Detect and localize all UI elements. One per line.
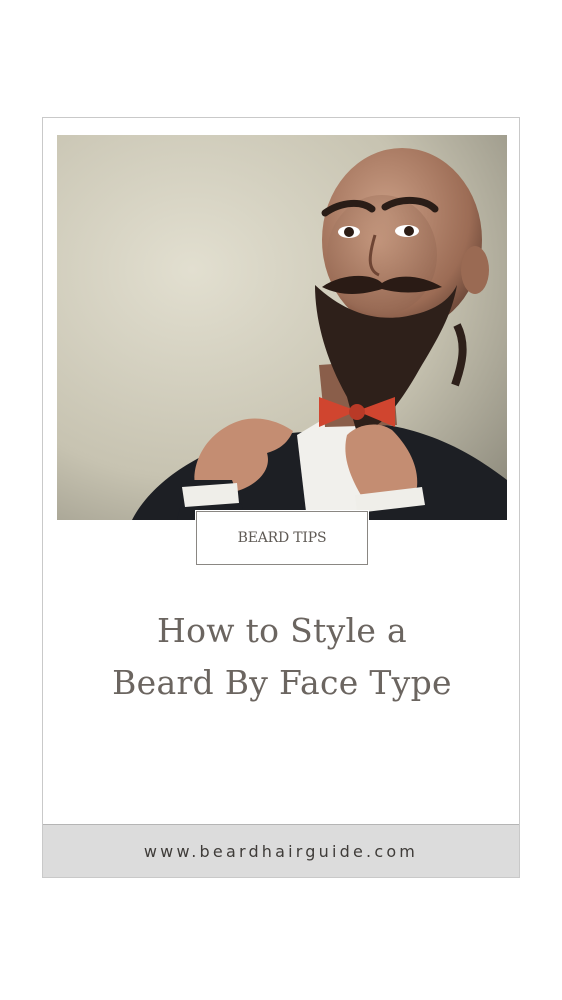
category-tag: BEARD TIPS bbox=[195, 510, 369, 566]
website-banner: www.beardhairguide.com bbox=[43, 824, 519, 877]
article-title: How to Style a Beard By Face Type bbox=[43, 605, 521, 709]
article-title-line-1: How to Style a bbox=[157, 611, 407, 650]
bearded-man-photo bbox=[57, 135, 507, 520]
website-url[interactable]: www.beardhairguide.com bbox=[144, 842, 418, 861]
pin-card: BEARD TIPS How to Style a Beard By Face … bbox=[42, 117, 520, 878]
article-title-line-2: Beard By Face Type bbox=[112, 663, 452, 702]
category-tag-label: BEARD TIPS bbox=[237, 530, 327, 546]
bearded-man-illustration bbox=[57, 135, 507, 520]
category-tag-border: BEARD TIPS bbox=[196, 511, 368, 565]
